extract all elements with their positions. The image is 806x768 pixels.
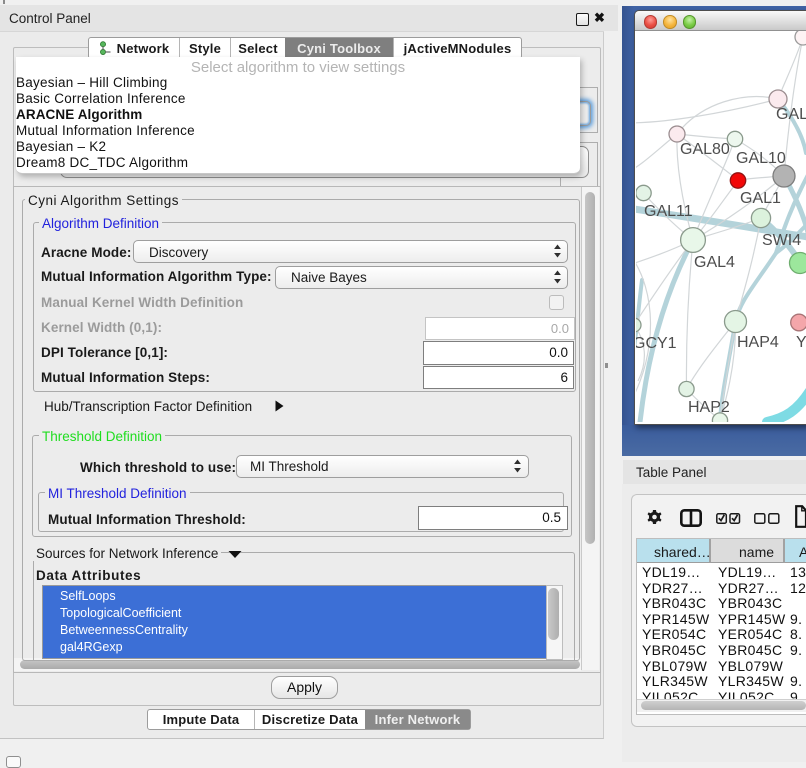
svg-text:GAL7: GAL7 [776,106,806,123]
svg-text:GAL1: GAL1 [740,190,781,207]
svg-text:HAP4: HAP4 [737,334,779,351]
svg-text:HAP2: HAP2 [688,399,730,416]
svg-text:GAL11: GAL11 [644,203,693,220]
svg-text:GAL4: GAL4 [694,254,735,271]
svg-text:GAL10: GAL10 [736,150,786,167]
svg-text:Y: Y [796,334,806,351]
svg-text:GCY1: GCY1 [636,335,677,352]
svg-text:SWI4: SWI4 [762,232,801,249]
svg-text:GAL80: GAL80 [680,141,730,158]
